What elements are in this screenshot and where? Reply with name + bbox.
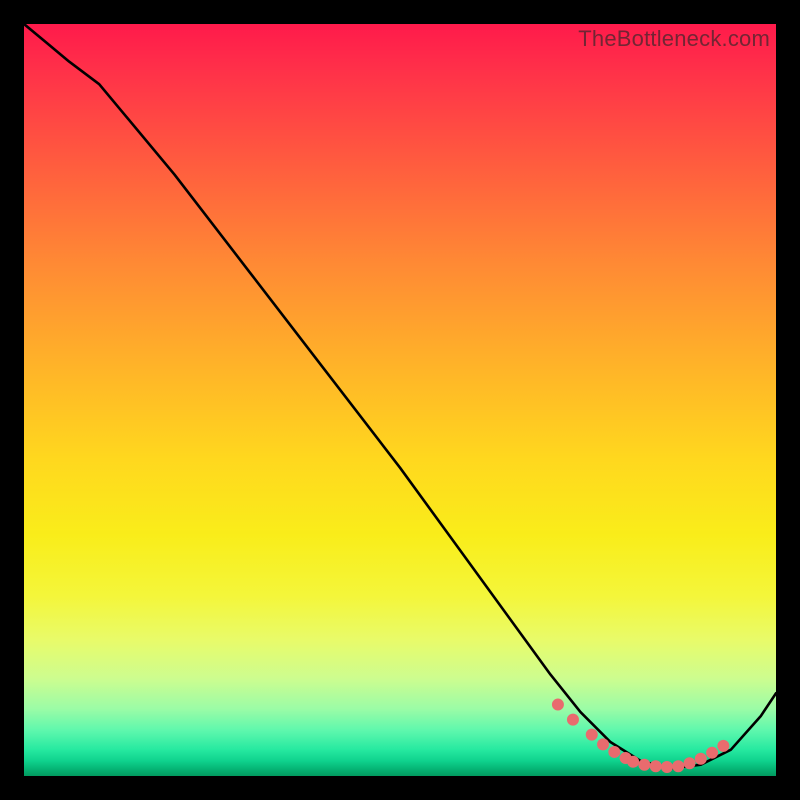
main-curve: [24, 24, 776, 768]
chart-frame: TheBottleneck.com: [0, 0, 800, 800]
plot-area: TheBottleneck.com: [24, 24, 776, 776]
highlight-dot: [695, 753, 707, 765]
highlight-dot: [684, 757, 696, 769]
highlight-dot: [650, 760, 662, 772]
chart-svg: [24, 24, 776, 776]
highlight-dot: [586, 729, 598, 741]
highlight-dot: [552, 699, 564, 711]
highlight-dot: [706, 747, 718, 759]
highlight-dot: [672, 760, 684, 772]
highlight-dot: [597, 738, 609, 750]
highlight-dot: [608, 746, 620, 758]
highlight-dot: [567, 714, 579, 726]
highlight-dot: [627, 756, 639, 768]
highlight-dot: [661, 761, 673, 773]
highlight-dot: [638, 759, 650, 771]
curve-group: [24, 24, 776, 768]
highlight-dot: [717, 740, 729, 752]
